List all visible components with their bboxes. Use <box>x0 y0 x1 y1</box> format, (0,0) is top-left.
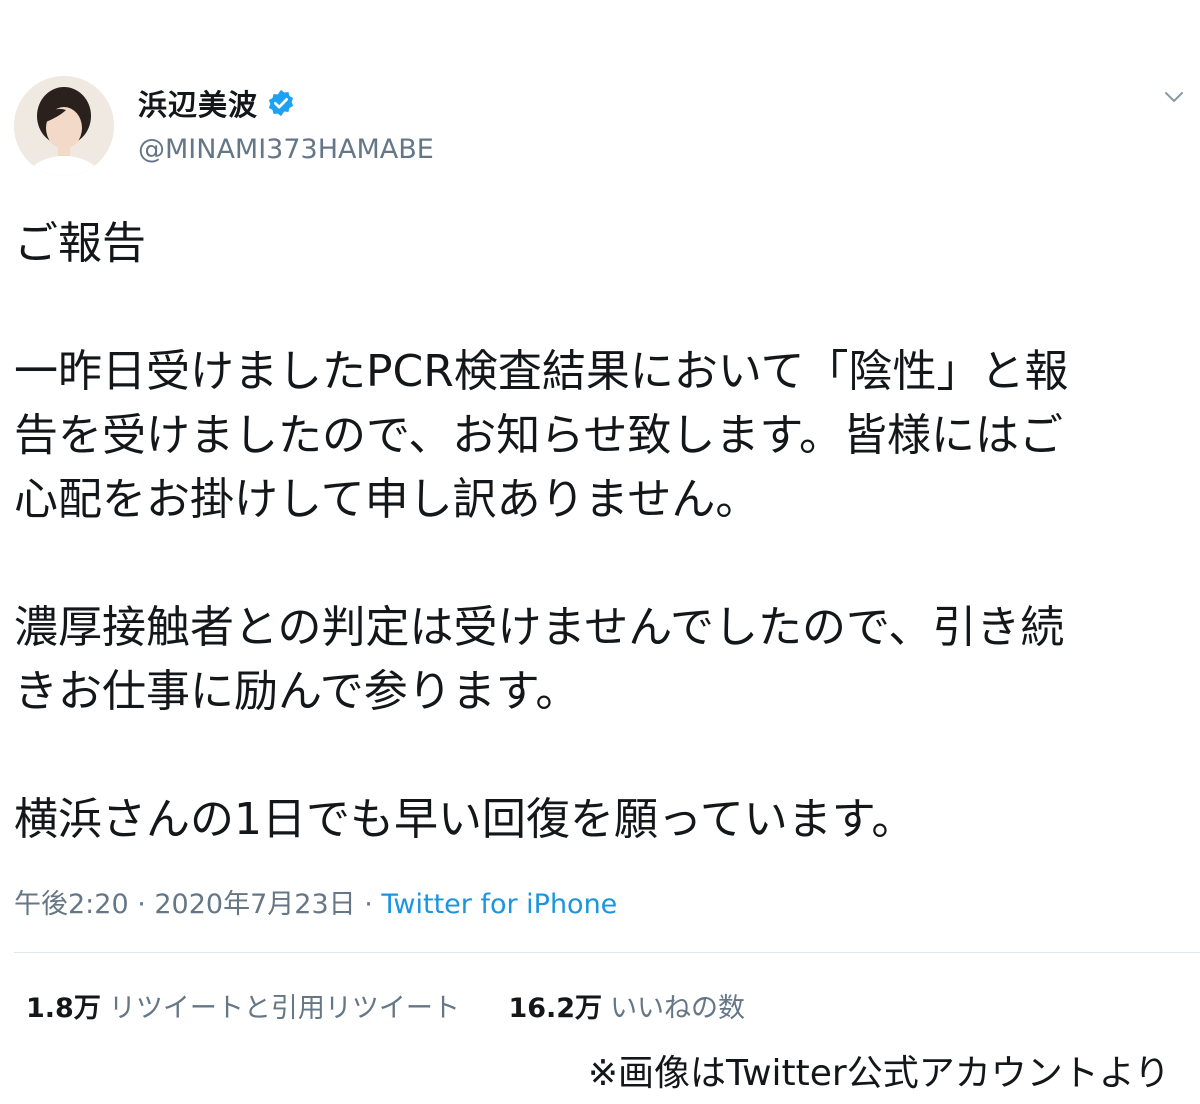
display-name[interactable]: 浜辺美波 <box>138 82 258 124</box>
tweet-line: 心配をお掛けして申し訳ありません。 <box>14 474 760 525</box>
tweet-line: 一昨日受けましたPCR検査結果において「陰性」と報 <box>14 346 1069 397</box>
user-handle[interactable]: @MINAMI373HAMABE <box>138 134 434 165</box>
display-name-row: 浜辺美波 <box>138 84 434 122</box>
tweet-line: 濃厚接触者との判定は受けませんでしたので、引き続 <box>14 602 1065 653</box>
verified-badge-icon <box>268 89 294 117</box>
tweet-meta: 午後2:20 · 2020年7月23日 · Twitter for iPhone <box>14 882 617 921</box>
avatar[interactable] <box>14 76 114 176</box>
tweet-line: 告を受けましたので、お知らせ致します。皆様にはご <box>14 410 1063 461</box>
like-label: いいねの数 <box>610 993 746 1024</box>
user-names: 浜辺美波 @MINAMI373HAMABE <box>138 84 434 165</box>
tweet-header: 浜辺美波 @MINAMI373HAMABE <box>14 76 1184 176</box>
retweet-stat[interactable]: 1.8万 リツイートと引用リツイート <box>26 986 460 1025</box>
like-count: 16.2万 <box>508 993 603 1024</box>
tweet-source-link[interactable]: Twitter for iPhone <box>381 889 617 920</box>
retweet-label: リツイートと引用リツイート <box>108 993 460 1024</box>
tweet-text: ご報告 一昨日受けましたPCR検査結果において「陰性」と報 告を受けましたので、… <box>14 212 1190 852</box>
tweet-line: きお仕事に励んで参ります。 <box>14 666 580 717</box>
like-stat[interactable]: 16.2万 いいねの数 <box>508 986 745 1025</box>
tweet-line: ご報告 <box>14 218 146 269</box>
divider <box>14 952 1200 953</box>
tweet-stats: 1.8万 リツイートと引用リツイート 16.2万 いいねの数 <box>26 986 745 1025</box>
profile-photo <box>14 76 114 176</box>
retweet-count: 1.8万 <box>26 993 101 1024</box>
image-credit: ※画像はTwitter公式アカウントより <box>587 1053 1170 1094</box>
tweet-line: 横浜さんの1日でも早い回復を願っています。 <box>14 794 916 845</box>
tweet-card: 浜辺美波 @MINAMI373HAMABE ご報告 一昨日受けましたPCR検査結… <box>0 0 1200 1104</box>
chevron-down-icon[interactable] <box>1164 90 1184 104</box>
tweet-timestamp[interactable]: 午後2:20 · 2020年7月23日 · <box>14 889 381 920</box>
